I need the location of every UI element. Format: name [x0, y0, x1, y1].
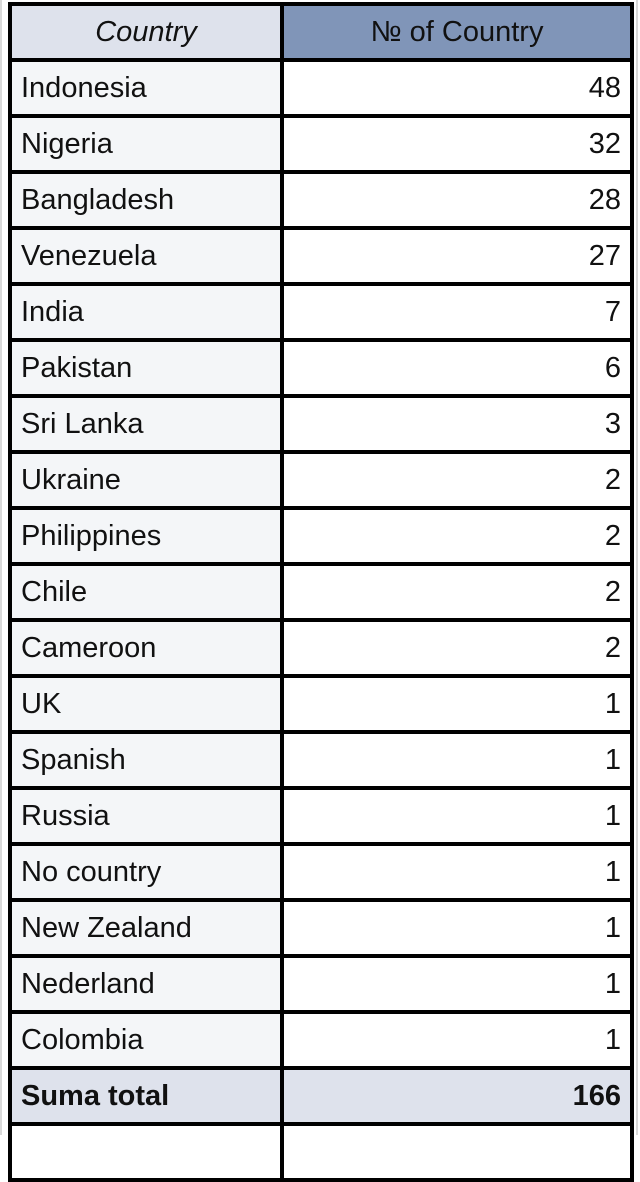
sheet-gridline-left	[0, 0, 2, 1135]
cell-country[interactable]: Colombia	[8, 1010, 284, 1070]
cell-country[interactable]: Russia	[8, 786, 284, 846]
table-body: Indonesia 48 Nigeria 32 Bangladesh 28 Venezuel…	[8, 58, 634, 1182]
column-header-country[interactable]: Country	[8, 2, 284, 62]
cell-country[interactable]: Sri Lanka	[8, 394, 284, 454]
cell-count[interactable]: 1	[280, 730, 634, 790]
cell-country[interactable]: UK	[8, 674, 284, 734]
table-row: Philippines 2	[8, 506, 634, 566]
empty-cell-count[interactable]	[280, 1122, 634, 1182]
total-row: Suma total 166	[8, 1066, 634, 1126]
table-row: Nederland 1	[8, 954, 634, 1014]
cell-country[interactable]: Venezuela	[8, 226, 284, 286]
table-row: Ukraine 2	[8, 450, 634, 510]
cell-count[interactable]: 2	[280, 562, 634, 622]
cell-count[interactable]: 1	[280, 898, 634, 958]
cell-country[interactable]: Ukraine	[8, 450, 284, 510]
cell-count[interactable]: 1	[280, 786, 634, 846]
table-row: Spanish 1	[8, 730, 634, 790]
cell-country[interactable]: No country	[8, 842, 284, 902]
country-count-table: Country № of Country Indonesia 48 Nigeria 3…	[8, 2, 634, 1182]
cell-country[interactable]: Chile	[8, 562, 284, 622]
table-row: Bangladesh 28	[8, 170, 634, 230]
cell-country[interactable]: India	[8, 282, 284, 342]
sheet-gridline-right	[636, 0, 638, 1135]
cell-country[interactable]: Bangladesh	[8, 170, 284, 230]
cell-count[interactable]: 28	[280, 170, 634, 230]
table-row: Colombia 1	[8, 1010, 634, 1070]
cell-count[interactable]: 32	[280, 114, 634, 174]
cell-count[interactable]: 3	[280, 394, 634, 454]
cell-country[interactable]: Spanish	[8, 730, 284, 790]
total-value-cell[interactable]: 166	[280, 1066, 634, 1126]
empty-cell-country[interactable]	[8, 1122, 284, 1182]
cell-count[interactable]: 27	[280, 226, 634, 286]
column-header-count[interactable]: № of Country	[280, 2, 634, 62]
spreadsheet-canvas: Country № of Country Indonesia 48 Nigeria 3…	[0, 0, 640, 1182]
table-row: Russia 1	[8, 786, 634, 846]
cell-count[interactable]: 48	[280, 58, 634, 118]
cell-country[interactable]: Pakistan	[8, 338, 284, 398]
cell-count[interactable]: 1	[280, 1010, 634, 1070]
table-row: Nigeria 32	[8, 114, 634, 174]
cell-count[interactable]: 2	[280, 506, 634, 566]
table-row: India 7	[8, 282, 634, 342]
cell-country[interactable]: Cameroon	[8, 618, 284, 678]
total-label-cell[interactable]: Suma total	[8, 1066, 284, 1126]
header-row: Country № of Country	[8, 2, 634, 62]
table-row: New Zealand 1	[8, 898, 634, 958]
table-row: Cameroon 2	[8, 618, 634, 678]
table-row: UK 1	[8, 674, 634, 734]
table-row: Indonesia 48	[8, 58, 634, 118]
cell-country[interactable]: Indonesia	[8, 58, 284, 118]
table-header: Country № of Country	[8, 2, 634, 62]
table-row: Venezuela 27	[8, 226, 634, 286]
cell-count[interactable]: 1	[280, 842, 634, 902]
cell-count[interactable]: 1	[280, 954, 634, 1014]
cell-count[interactable]: 6	[280, 338, 634, 398]
cell-count[interactable]: 2	[280, 450, 634, 510]
cell-country[interactable]: Nederland	[8, 954, 284, 1014]
cell-count[interactable]: 7	[280, 282, 634, 342]
table-row: No country 1	[8, 842, 634, 902]
cell-count[interactable]: 1	[280, 674, 634, 734]
cell-country[interactable]: New Zealand	[8, 898, 284, 958]
table-row: Pakistan 6	[8, 338, 634, 398]
table-row: Chile 2	[8, 562, 634, 622]
cell-country[interactable]: Philippines	[8, 506, 284, 566]
cell-country[interactable]: Nigeria	[8, 114, 284, 174]
empty-row	[8, 1122, 634, 1182]
cell-count[interactable]: 2	[280, 618, 634, 678]
table-row: Sri Lanka 3	[8, 394, 634, 454]
